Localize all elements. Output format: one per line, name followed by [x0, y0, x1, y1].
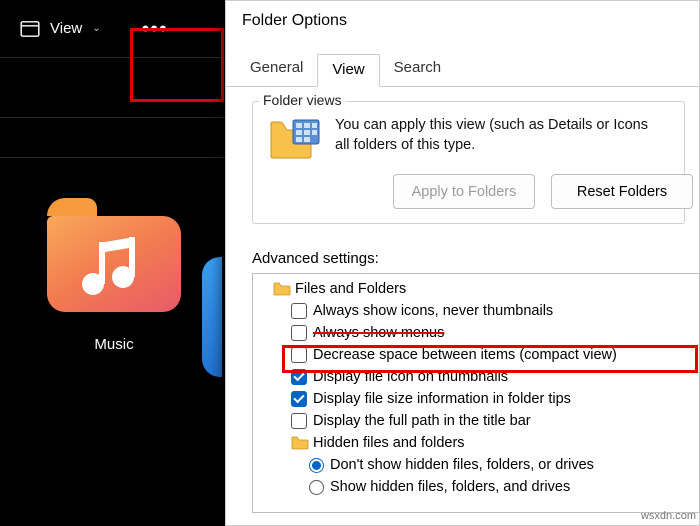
checkbox-icon[interactable]: [291, 347, 307, 363]
checkbox-icon[interactable]: [291, 325, 307, 341]
tab-general[interactable]: General: [236, 53, 317, 86]
folder-views-group: Folder views You can apply this view (su…: [252, 101, 685, 224]
view-label: View: [50, 20, 82, 37]
folder-item-adjacent[interactable]: [202, 257, 222, 377]
view-icon: [20, 21, 40, 37]
folder-label: Music: [94, 336, 133, 353]
radio-icon[interactable]: [309, 480, 324, 495]
music-note-icon: [79, 234, 151, 300]
tree-opt-hidden-yes[interactable]: Show hidden files, folders, and drives: [255, 476, 699, 498]
tree-opt-menus[interactable]: Always show menus: [255, 322, 699, 344]
dialog-title: Folder Options: [226, 1, 699, 41]
advanced-settings-tree[interactable]: Files and Folders Always show icons, nev…: [252, 273, 700, 513]
tree-opt-icons[interactable]: Always show icons, never thumbnails: [255, 300, 699, 322]
checkbox-icon[interactable]: [291, 303, 307, 319]
music-folder-icon: [39, 198, 189, 318]
folder-options-dialog: Folder Options General View Search Folde…: [225, 0, 700, 526]
checkbox-checked-icon[interactable]: [291, 369, 307, 385]
tree-opt-compact[interactable]: Decrease space between items (compact vi…: [255, 344, 699, 366]
tree-hidden-folder[interactable]: Hidden files and folders: [255, 432, 699, 454]
advanced-settings-label: Advanced settings:: [252, 250, 699, 267]
folder-icon: [273, 282, 291, 296]
checkbox-icon[interactable]: [291, 413, 307, 429]
tree-opt-hidden-no[interactable]: Don't show hidden files, folders, or dri…: [255, 454, 699, 476]
tree-opt-tipsize[interactable]: Display file size information in folder …: [255, 388, 699, 410]
tree-files-folders[interactable]: Files and Folders: [255, 278, 699, 300]
radio-selected-icon[interactable]: [309, 458, 324, 473]
tree-opt-fullpath[interactable]: Display the full path in the title bar: [255, 410, 699, 432]
tree-opt-thumb[interactable]: Display file icon on thumbnails: [255, 366, 699, 388]
tab-view[interactable]: View: [317, 54, 379, 87]
folder-views-legend: Folder views: [259, 92, 346, 108]
watermark: wsxdn.com: [641, 510, 696, 522]
dialog-tabs: General View Search: [226, 53, 699, 87]
folder-item-music[interactable]: Music: [32, 198, 196, 353]
folder-icon: [291, 436, 309, 450]
chevron-down-icon: ⌄: [92, 23, 100, 34]
apply-to-folders-button: Apply to Folders: [393, 174, 535, 209]
more-button[interactable]: •••: [121, 5, 189, 53]
folder-views-icon: [269, 118, 321, 160]
tab-search[interactable]: Search: [380, 53, 456, 86]
folder-views-text: You can apply this view (such as Details…: [335, 116, 648, 155]
checkbox-checked-icon[interactable]: [291, 391, 307, 407]
view-dropdown[interactable]: View ⌄: [10, 14, 111, 43]
reset-folders-button[interactable]: Reset Folders: [551, 174, 693, 209]
